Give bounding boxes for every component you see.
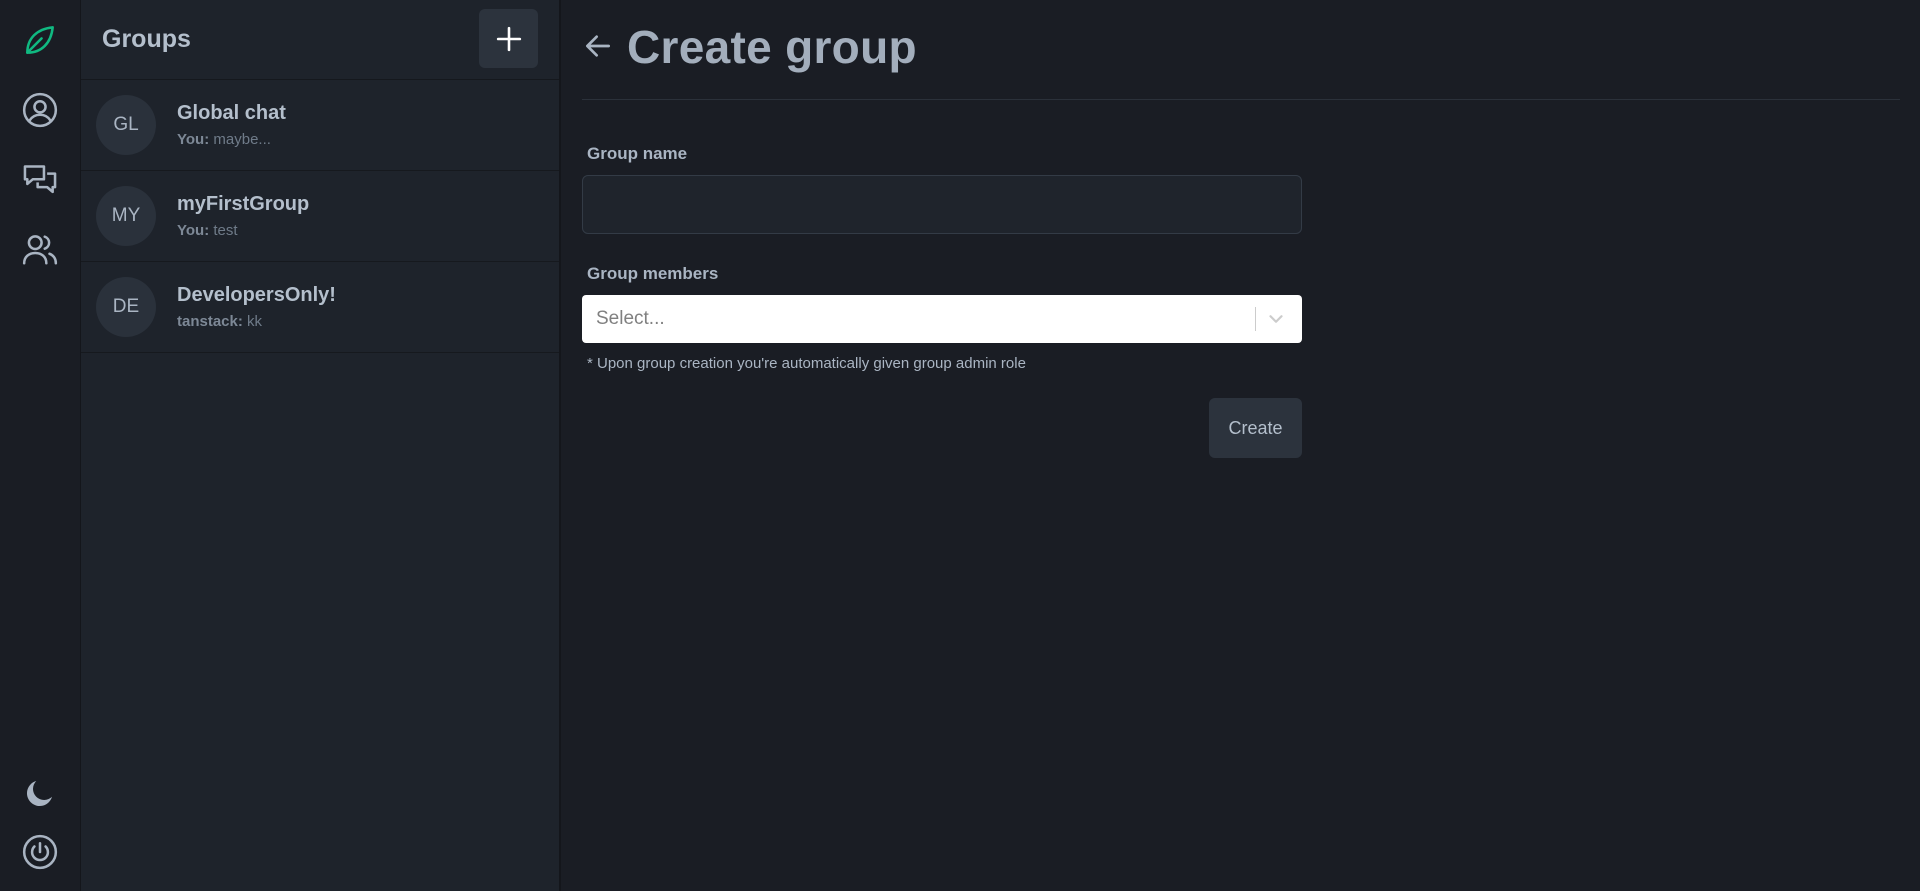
select-placeholder: Select... — [596, 308, 665, 329]
divider — [582, 99, 1900, 100]
group-members-label: Group members — [587, 264, 719, 283]
user-circle-icon[interactable] — [20, 90, 60, 130]
group-name: DevelopersOnly! — [177, 284, 336, 306]
last-message-text: kk — [247, 313, 263, 330]
plus-icon — [496, 26, 521, 51]
last-message-sender: You: — [177, 131, 210, 148]
group-item-developersonly[interactable]: DE DevelopersOnly! tanstack: kk — [81, 262, 559, 353]
arrow-left-icon — [586, 35, 610, 57]
group-item-global-chat[interactable]: GL Global chat You: maybe... — [81, 80, 559, 171]
last-message-text: maybe... — [213, 131, 271, 148]
power-icon[interactable] — [20, 832, 60, 872]
last-message: You: maybe... — [177, 131, 271, 148]
group-item-myfirstgroup[interactable]: MY myFirstGroup You: test — [81, 171, 559, 262]
avatar: MY — [96, 186, 156, 246]
group-members-select[interactable]: Select... — [582, 295, 1302, 343]
chevron-down-icon[interactable] — [1265, 308, 1287, 330]
create-button[interactable]: Create — [1209, 398, 1302, 458]
groups-title: Groups — [102, 25, 191, 53]
chat-bubbles-icon[interactable] — [20, 160, 60, 200]
last-message-sender: You: — [177, 222, 210, 239]
last-message-sender: tanstack: — [177, 313, 243, 330]
group-name-label: Group name — [587, 144, 688, 163]
create-group-page: Create group Group name Group members Se… — [560, 0, 1920, 891]
last-message: tanstack: kk — [177, 313, 262, 330]
group-name-input[interactable] — [582, 175, 1302, 234]
icon-rail — [0, 0, 81, 891]
last-message: You: test — [177, 222, 238, 239]
moon-icon[interactable] — [20, 773, 60, 813]
group-name: myFirstGroup — [177, 193, 310, 215]
avatar: DE — [96, 277, 156, 337]
select-separator — [1255, 307, 1256, 331]
groups-panel: Groups GL Global chat You: maybe... MY m… — [81, 0, 561, 891]
admin-role-hint: * Upon group creation you're automatical… — [587, 355, 1026, 372]
page-title: Create group — [627, 21, 917, 73]
group-name: Global chat — [177, 102, 286, 124]
add-group-button[interactable] — [479, 9, 538, 68]
groups-header: Groups — [81, 0, 559, 80]
users-icon[interactable] — [20, 229, 60, 269]
leaf-logo-icon[interactable] — [20, 20, 60, 60]
avatar: GL — [96, 95, 156, 155]
back-button[interactable] — [582, 30, 614, 62]
last-message-text: test — [213, 222, 238, 239]
